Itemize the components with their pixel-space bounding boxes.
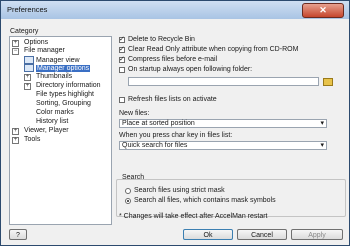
new-files-select[interactable]: Place at sorted position bbox=[119, 119, 327, 128]
char-key-select[interactable]: Quick search for files bbox=[119, 141, 327, 150]
tree-item-label: Sorting, Grouping bbox=[36, 100, 91, 107]
tree-item-history-list[interactable]: History list bbox=[36, 118, 68, 126]
apply-button[interactable]: Apply bbox=[291, 229, 343, 240]
preferences-window: Preferences ✕ Category Options File mana… bbox=[0, 0, 350, 246]
startup-folder-label: On startup always open following folder: bbox=[128, 66, 253, 73]
tree-item-thumbnails[interactable]: Thumbnails bbox=[24, 73, 72, 81]
refresh-activate-label: Refresh files lists on activate bbox=[128, 96, 217, 103]
close-button[interactable]: ✕ bbox=[302, 3, 344, 18]
tree-item-file-manager[interactable]: File manager bbox=[12, 47, 65, 55]
tree-item-label: Color marks bbox=[36, 109, 74, 116]
tree-item-label: History list bbox=[36, 118, 69, 125]
collapse-icon[interactable] bbox=[12, 47, 19, 55]
refresh-activate-checkbox[interactable] bbox=[119, 97, 125, 103]
expand-icon[interactable] bbox=[24, 73, 31, 81]
window-icon bbox=[24, 56, 34, 64]
restart-note: * Changes will take effect after AccelMa… bbox=[119, 213, 268, 220]
ok-button[interactable]: Ok bbox=[183, 229, 233, 240]
window-title: Preferences bbox=[7, 5, 48, 14]
tree-item-label: File types highlight bbox=[36, 91, 94, 98]
category-label: Category bbox=[10, 28, 39, 35]
help-button[interactable]: ? bbox=[9, 229, 27, 240]
tree-item-label: Options bbox=[24, 39, 49, 46]
clear-readonly-checkbox[interactable] bbox=[119, 45, 125, 53]
new-files-label: New files: bbox=[119, 110, 150, 117]
tree-item-manager-view[interactable]: Manager view bbox=[24, 56, 80, 64]
expand-icon[interactable] bbox=[24, 82, 31, 90]
expand-icon[interactable] bbox=[12, 136, 19, 144]
tree-item-label: Manager view bbox=[36, 56, 80, 64]
tree-item-options[interactable]: Options bbox=[12, 39, 48, 47]
tree-item-label: Tools bbox=[24, 136, 41, 143]
delete-recycle-checkbox[interactable] bbox=[119, 35, 125, 43]
expand-icon[interactable] bbox=[12, 127, 19, 135]
startup-folder-input[interactable] bbox=[128, 77, 319, 86]
tree-item-label: File manager bbox=[24, 47, 65, 54]
category-tree[interactable]: Options File manager Manager view Manage… bbox=[9, 36, 112, 225]
strict-mask-label: Search files using strict mask bbox=[134, 187, 225, 194]
tree-item-manager-options[interactable]: Manager options bbox=[24, 64, 91, 72]
compress-email-label: Compress files before e-mail bbox=[128, 56, 218, 63]
tree-item-label: Directory information bbox=[36, 82, 101, 89]
tree-item-color-marks[interactable]: Color marks bbox=[36, 109, 74, 117]
startup-folder-checkbox[interactable] bbox=[119, 67, 125, 73]
title-bar: Preferences ✕ bbox=[1, 1, 349, 19]
cancel-button[interactable]: Cancel bbox=[237, 229, 287, 240]
tree-item-label: Thumbnails bbox=[36, 73, 73, 80]
tree-item-label: Viewer, Player bbox=[24, 127, 69, 134]
tree-item-viewer-player[interactable]: Viewer, Player bbox=[12, 127, 69, 135]
folder-browse-icon[interactable] bbox=[323, 78, 333, 86]
tree-item-directory-information[interactable]: Directory information bbox=[24, 82, 101, 90]
expand-icon[interactable] bbox=[12, 39, 19, 47]
clear-readonly-label: Clear Read Only attribute when copying f… bbox=[128, 46, 299, 53]
strict-mask-radio[interactable] bbox=[125, 188, 131, 194]
delete-recycle-label: Delete to Recycle Bin bbox=[128, 36, 195, 43]
tree-item-file-types-highlight[interactable]: File types highlight bbox=[36, 91, 94, 99]
search-group: Search files using strict mask Search al… bbox=[116, 179, 346, 217]
tree-item-tools[interactable]: Tools bbox=[12, 136, 40, 144]
compress-email-checkbox[interactable] bbox=[119, 55, 125, 63]
window-icon bbox=[24, 64, 34, 72]
char-key-label: When you press char key in files list: bbox=[119, 132, 233, 139]
mask-symbols-radio[interactable] bbox=[125, 198, 131, 204]
tree-item-label: Manager options bbox=[36, 64, 91, 72]
mask-symbols-label: Search all files, which contains mask sy… bbox=[134, 197, 276, 204]
tree-item-sorting-grouping[interactable]: Sorting, Grouping bbox=[36, 100, 91, 108]
